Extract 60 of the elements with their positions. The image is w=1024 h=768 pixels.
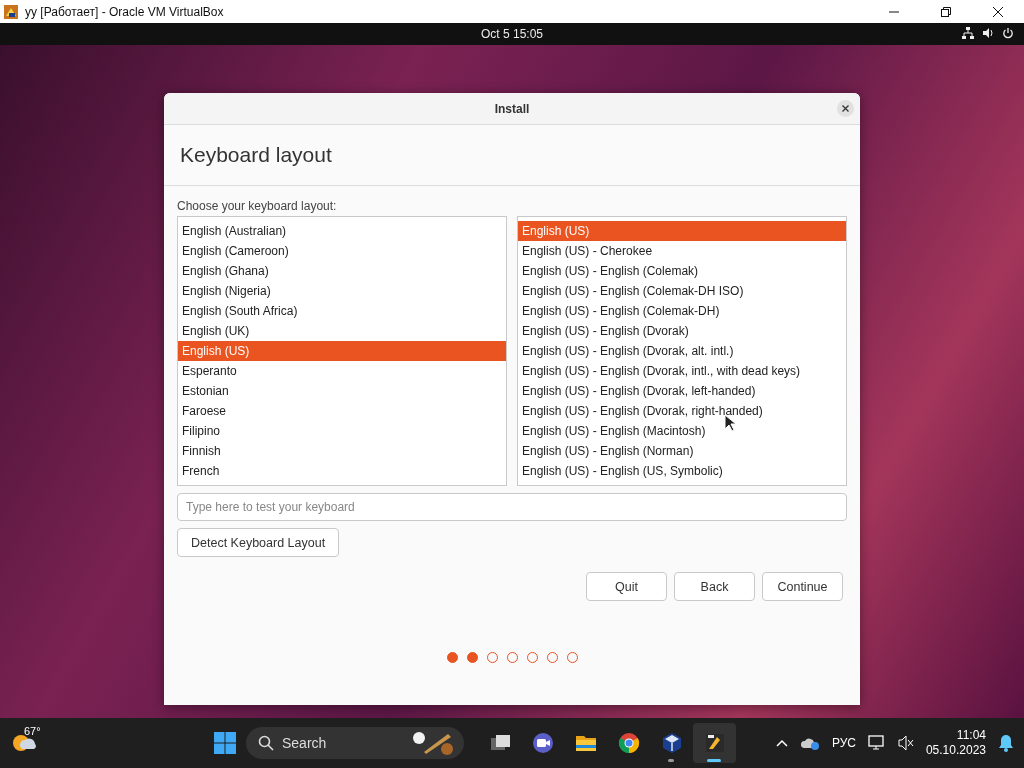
list-item[interactable]: English (US) - English (Dvorak, alt. intl.) bbox=[518, 341, 846, 361]
list-item[interactable]: English (US) - English (Dvorak, left-handed) bbox=[518, 381, 846, 401]
power-icon[interactable] bbox=[1002, 27, 1014, 39]
list-item[interactable]: Estonian bbox=[178, 381, 506, 401]
nav-button[interactable]: Quit bbox=[586, 572, 667, 601]
volume-icon[interactable] bbox=[982, 27, 994, 39]
list-item[interactable]: Finnish bbox=[178, 441, 506, 461]
list-item[interactable]: English (US) - English (Colemak-DH) bbox=[518, 301, 846, 321]
list-item[interactable]: English (US) - English (Colemak) bbox=[518, 261, 846, 281]
window-title: yy [Работает] - Oracle VM VirtualBox bbox=[25, 4, 225, 19]
list-item[interactable]: English (US) - English (Macintosh) bbox=[518, 421, 846, 441]
list-item[interactable]: English (US) - English (US, Symbolic) bbox=[518, 461, 846, 481]
page-heading: Keyboard layout bbox=[180, 143, 332, 167]
video-camera-icon bbox=[530, 731, 555, 755]
taskbar-app[interactable] bbox=[693, 723, 736, 763]
list-item[interactable]: English (Ghana) bbox=[178, 261, 506, 281]
time-label: 11:04 bbox=[956, 728, 986, 743]
dialog-title: Install bbox=[494, 101, 530, 116]
search-field[interactable]: Search bbox=[246, 727, 464, 759]
list-item[interactable]: Faroese bbox=[178, 401, 506, 421]
nav-button[interactable]: Back bbox=[674, 572, 755, 601]
detect-layout-button[interactable]: Detect Keyboard Layout bbox=[177, 528, 340, 557]
list-item[interactable]: English (UK) bbox=[178, 321, 506, 341]
browser-icon bbox=[616, 731, 641, 755]
list-item[interactable]: English (Cameroon) bbox=[178, 241, 506, 261]
restore-icon[interactable] bbox=[940, 5, 952, 18]
prompt-label: Choose your keyboard layout: bbox=[177, 199, 338, 213]
list-item[interactable]: English (US) - English (Dvorak) bbox=[518, 321, 846, 341]
list-item[interactable]: English (US) - English (Norman) bbox=[518, 441, 846, 461]
close-icon bbox=[842, 105, 849, 112]
list-item[interactable]: English (Nigeria) bbox=[178, 281, 506, 301]
test-input-field[interactable]: Type here to test your keyboard bbox=[177, 493, 847, 521]
windows-start-icon[interactable] bbox=[214, 732, 236, 754]
list-item[interactable]: English (US) bbox=[518, 221, 846, 241]
clock[interactable]: Oct 5 15:05 bbox=[480, 27, 543, 41]
list-item[interactable]: English (US) - Cherokee bbox=[518, 241, 846, 261]
temperature-label: 67° bbox=[24, 725, 41, 737]
clock[interactable]: 11:04 05.10.2023 bbox=[925, 728, 986, 758]
monitor-icon[interactable] bbox=[867, 735, 886, 751]
network-icon[interactable] bbox=[962, 27, 974, 39]
close-icon[interactable] bbox=[992, 5, 1004, 18]
app-icon bbox=[3, 3, 19, 20]
list-item[interactable]: English (US) - English (Dvorak, intl., with dead keys) bbox=[518, 361, 846, 381]
date-label: 05.10.2023 bbox=[925, 743, 986, 758]
language-indicator[interactable]: РУС bbox=[831, 736, 856, 750]
speaker-muted-icon[interactable] bbox=[897, 735, 914, 751]
search-icon bbox=[258, 735, 274, 751]
list-item[interactable]: English (Australian) bbox=[178, 221, 506, 241]
chevron-up-icon[interactable] bbox=[775, 739, 788, 747]
list-item[interactable]: Esperanto bbox=[178, 361, 506, 381]
close-button[interactable] bbox=[837, 100, 854, 117]
list-item[interactable]: English (US) - English (Dvorak, right-handed) bbox=[518, 401, 846, 421]
list-item[interactable]: Filipino bbox=[178, 421, 506, 441]
baseball-bat-icon bbox=[410, 730, 456, 756]
nav-button[interactable]: Continue bbox=[762, 572, 843, 601]
list-item[interactable]: English (US) - English (Colemak-DH ISO) bbox=[518, 281, 846, 301]
list-item[interactable]: French bbox=[178, 461, 506, 481]
list-item[interactable]: English (South Africa) bbox=[178, 301, 506, 321]
bell-icon[interactable] bbox=[998, 734, 1014, 752]
list-item[interactable]: English (US) bbox=[178, 341, 506, 361]
